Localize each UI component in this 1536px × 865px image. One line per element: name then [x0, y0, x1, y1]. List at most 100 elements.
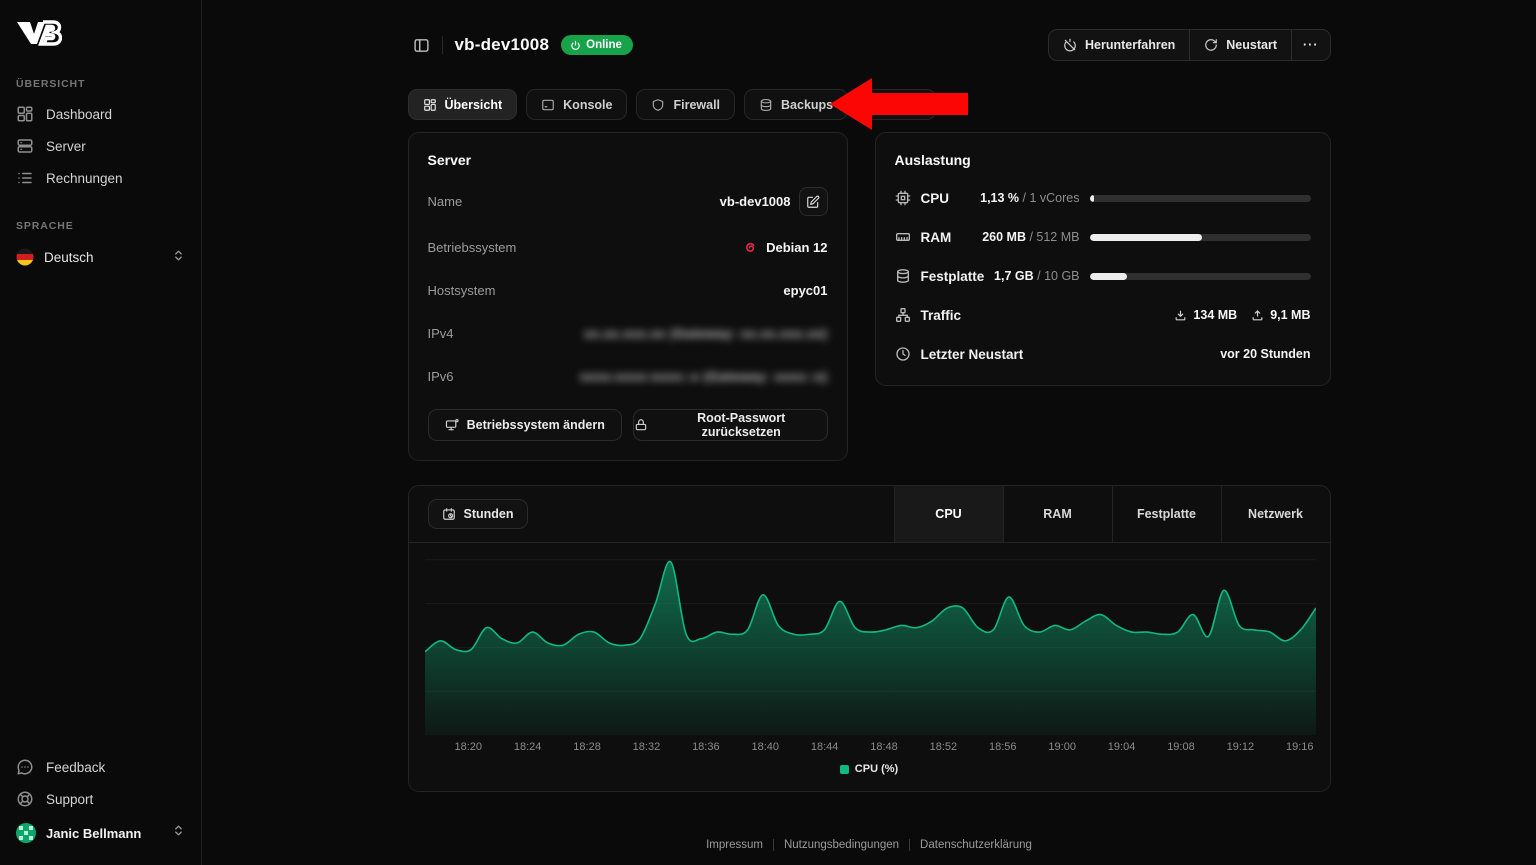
info-row-host: Hostsystem epyc01 — [428, 278, 828, 302]
sidebar-item-server[interactable]: Server — [10, 130, 191, 162]
usage-row-traffic: Traffic 134 MB 9,1 MB — [895, 306, 1311, 324]
cpu-area-chart — [409, 543, 1330, 735]
change-os-button[interactable]: Betriebssystem ändern — [428, 409, 623, 441]
tab-plan[interactable]: Plan — [857, 89, 935, 120]
shutdown-label: Herunterfahren — [1085, 38, 1175, 52]
row-label: Betriebssystem — [428, 240, 517, 255]
button-label: Betriebssystem ändern — [467, 418, 605, 432]
info-row-ipv4: IPv4 xx.xx.xxx.xx (Gateway: xx.xx.xxx.xx… — [428, 321, 828, 345]
user-menu[interactable]: Janic Bellmann — [10, 815, 191, 851]
usage-card: Auslastung CPU 1,13 % / 1 vCores R — [875, 132, 1331, 386]
server-tabs: Übersicht Konsole Firewall Backups Plan — [408, 89, 1331, 120]
server-actions-group: Herunterfahren Neustart ··· — [1048, 29, 1331, 61]
footer-link-datenschutz[interactable]: Datenschutzerklärung — [920, 839, 1032, 851]
dashboard-grid-icon — [16, 105, 34, 123]
ipv6-value-redacted: xxxx:xxxx:xxxx::x (Gateway: xxxx::x) — [580, 369, 828, 384]
edit-name-button[interactable] — [799, 187, 828, 216]
usage-row-last-restart: Letzter Neustart vor 20 Stunden — [895, 345, 1311, 363]
reset-root-password-button[interactable]: Root-Passwort zurücksetzen — [633, 409, 828, 441]
sidebar-spacer — [10, 274, 191, 751]
ram-total: 512 MB — [1036, 230, 1079, 244]
row-label: Name — [428, 194, 463, 209]
sidebar-item-label: Feedback — [46, 760, 105, 775]
sidebar-item-support[interactable]: Support — [10, 783, 191, 815]
download-icon — [1174, 309, 1187, 322]
language-label: Deutsch — [44, 250, 94, 265]
info-row-name: Name vb-dev1008 — [428, 187, 828, 216]
usage-label: CPU — [921, 191, 950, 206]
shutdown-button[interactable]: Herunterfahren — [1049, 30, 1189, 60]
cpu-total: 1 vCores — [1029, 191, 1079, 205]
metric-tab-ram[interactable]: RAM — [1003, 486, 1112, 542]
tab-label: Firewall — [673, 98, 720, 112]
os-value: Debian 12 — [766, 240, 827, 255]
sidebar-item-label: Support — [46, 792, 93, 807]
sidebar-item-label: Rechnungen — [46, 171, 123, 186]
more-actions-button[interactable]: ··· — [1291, 30, 1330, 60]
sidebar-item-feedback[interactable]: Feedback — [10, 751, 191, 783]
disk-used: 1,7 GB — [994, 269, 1034, 283]
debian-logo-icon — [743, 240, 758, 255]
card-title: Auslastung — [895, 152, 1311, 168]
cpu-chip-icon — [895, 190, 911, 206]
status-badge: Online — [561, 35, 633, 55]
row-label: Hostsystem — [428, 283, 496, 298]
sidebar-item-label: Server — [46, 139, 86, 154]
tab-uebersicht[interactable]: Übersicht — [408, 89, 518, 120]
metric-tab-netzwerk[interactable]: Netzwerk — [1221, 486, 1330, 542]
header-divider — [442, 36, 443, 54]
upload-icon — [1251, 309, 1264, 322]
power-icon — [570, 40, 581, 51]
disk-database-icon — [895, 268, 911, 284]
legend-label: CPU (%) — [855, 763, 898, 775]
x-axis-tick: 18:20 — [455, 741, 483, 753]
traffic-download-value: 134 MB — [1193, 308, 1237, 322]
footer-link-impressum[interactable]: Impressum — [706, 839, 763, 851]
database-icon — [759, 98, 773, 112]
ram-progress-bar — [1090, 234, 1311, 241]
sidebar-item-rechnungen[interactable]: Rechnungen — [10, 162, 191, 194]
feedback-chat-icon — [16, 758, 34, 776]
clock-icon — [895, 346, 911, 362]
sidebar-item-dashboard[interactable]: Dashboard — [10, 98, 191, 130]
row-label: IPv4 — [428, 326, 454, 341]
chevrons-up-down-icon — [172, 824, 185, 842]
x-axis-tick: 19:08 — [1167, 741, 1195, 753]
restart-button[interactable]: Neustart — [1189, 30, 1291, 60]
x-axis-tick: 19:12 — [1227, 741, 1255, 753]
tab-label: Übersicht — [445, 98, 503, 112]
restart-label: Neustart — [1226, 38, 1277, 52]
x-axis-tick: 18:52 — [930, 741, 958, 753]
chart-header: Stunden CPU RAM Festplatte Netzwerk — [409, 486, 1330, 543]
x-axis-tick: 18:36 — [692, 741, 720, 753]
disk-total: 10 GB — [1044, 269, 1079, 283]
info-row-ipv6: IPv6 xxxx:xxxx:xxxx::x (Gateway: xxxx::x… — [428, 364, 828, 388]
tab-backups[interactable]: Backups — [744, 89, 848, 120]
x-axis-tick: 18:32 — [633, 741, 661, 753]
metric-tab-cpu[interactable]: CPU — [894, 486, 1003, 542]
x-axis-tick: 18:40 — [751, 741, 779, 753]
host-value: epyc01 — [783, 283, 827, 298]
brand-logo[interactable] — [10, 12, 191, 52]
ipv4-value-redacted: xx.xx.xxx.xx (Gateway: xx.xx.xxx.xx) — [584, 326, 828, 341]
chevrons-up-down-icon — [172, 249, 185, 265]
metric-tab-festplatte[interactable]: Festplatte — [1112, 486, 1221, 542]
x-axis-labels: 18:2018:2418:2818:3218:3618:4018:4418:48… — [409, 735, 1330, 753]
tab-label: Plan — [894, 98, 920, 112]
footer-link-nutzungsbedingungen[interactable]: Nutzungsbedingungen — [784, 839, 899, 851]
tab-konsole[interactable]: Konsole — [526, 89, 627, 120]
sidebar-toggle-button[interactable] — [408, 31, 436, 59]
language-selector[interactable]: Deutsch — [10, 240, 191, 274]
x-axis-tick: 19:00 — [1048, 741, 1076, 753]
tab-firewall[interactable]: Firewall — [636, 89, 735, 120]
row-label: IPv6 — [428, 369, 454, 384]
time-range-button[interactable]: Stunden — [428, 499, 528, 529]
sidebar-item-label: Dashboard — [46, 107, 112, 122]
shield-icon — [651, 98, 665, 112]
legend-color-swatch — [840, 765, 849, 774]
invoice-list-icon — [16, 169, 34, 187]
user-name: Janic Bellmann — [46, 826, 141, 841]
usage-row-cpu: CPU 1,13 % / 1 vCores — [895, 189, 1311, 207]
info-row-os: Betriebssystem Debian 12 — [428, 235, 828, 259]
last-restart-value: vor 20 Stunden — [1220, 347, 1310, 361]
